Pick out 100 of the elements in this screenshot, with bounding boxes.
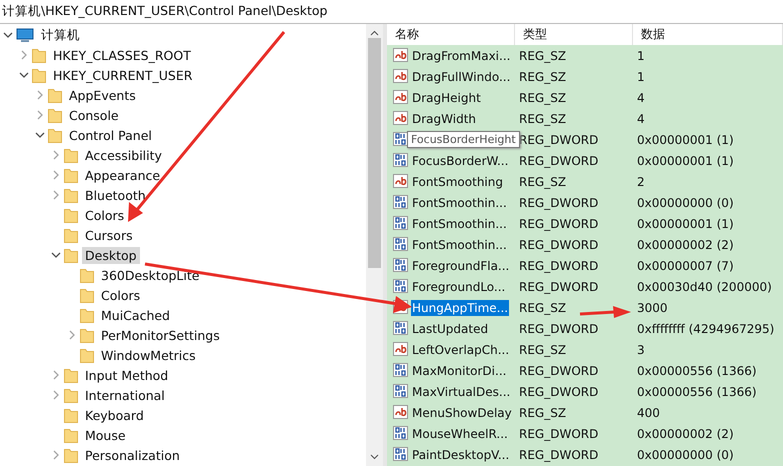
binary-value-icon <box>393 384 409 399</box>
computer-icon <box>16 28 34 42</box>
folder-icon <box>64 188 78 202</box>
tree-item[interactable]: Bluetooth <box>82 186 149 204</box>
folder-icon <box>32 48 46 62</box>
value-name[interactable]: FontSmoothin... <box>411 216 508 232</box>
tree-item[interactable]: Mouse <box>82 426 129 444</box>
folder-icon <box>80 328 94 342</box>
folder-icon <box>64 448 78 462</box>
binary-value-icon <box>393 195 409 210</box>
value-name[interactable]: ForegroundFla... <box>411 258 510 274</box>
value-type: REG_DWORD <box>519 154 598 168</box>
folder-icon <box>64 168 78 182</box>
tree-item[interactable]: Personalization <box>82 446 183 464</box>
value-data: 0x00000002 (2) <box>637 426 734 440</box>
tree-item[interactable]: International <box>82 386 168 404</box>
tree-item[interactable]: Keyboard <box>82 406 147 424</box>
value-data: 0x00000001 (1) <box>637 132 734 146</box>
binary-value-icon <box>393 363 409 378</box>
binary-value-icon <box>393 132 409 147</box>
binary-value-icon <box>393 153 409 168</box>
value-data: 1 <box>637 48 645 62</box>
value-data: 3000 <box>637 300 668 314</box>
folder-icon <box>64 228 78 242</box>
value-data: 0x00000556 (1366) <box>637 384 757 398</box>
value-name[interactable]: FontSmoothin... <box>411 236 508 252</box>
scroll-down-icon[interactable] <box>370 454 379 460</box>
value-type: REG_DWORD <box>519 280 598 294</box>
folder-icon <box>64 208 78 222</box>
value-type: REG_DWORD <box>519 448 598 462</box>
value-name[interactable]: DragFullWindo... <box>411 68 512 84</box>
value-name[interactable]: LeftOverlapCh... <box>411 342 510 358</box>
string-value-icon <box>393 174 409 189</box>
tree-item[interactable]: 计算机 <box>38 26 83 44</box>
binary-value-icon <box>393 279 409 294</box>
tree-item[interactable]: HKEY_CLASSES_ROOT <box>50 46 194 64</box>
value-name[interactable]: FocusBorderW... <box>411 152 510 168</box>
value-name[interactable]: MaxVirtualDes... <box>411 384 512 400</box>
value-name[interactable]: FontSmoothin... <box>411 194 508 210</box>
folder-icon <box>32 68 46 82</box>
column-header[interactable]: 数据 <box>633 24 783 45</box>
value-type: REG_DWORD <box>519 238 598 252</box>
string-value-icon <box>393 405 409 420</box>
tree-item[interactable]: Desktop <box>82 246 140 264</box>
value-data: 4 <box>637 90 645 104</box>
tree-item[interactable]: Control Panel <box>66 126 155 144</box>
tree-item[interactable]: WindowMetrics <box>98 346 199 364</box>
folder-icon <box>80 288 94 302</box>
tree-item[interactable]: AppEvents <box>66 86 139 104</box>
tree-item[interactable]: Colors <box>82 206 128 224</box>
value-name[interactable]: PaintDesktopV... <box>411 446 510 462</box>
value-name[interactable]: MaxMonitorDi... <box>411 362 508 378</box>
folder-icon <box>64 428 78 442</box>
column-header[interactable]: 类型 <box>515 24 633 45</box>
value-type: REG_DWORD <box>519 258 598 272</box>
value-data: 0x00000001 (1) <box>637 216 734 230</box>
tree-item[interactable]: Cursors <box>82 226 136 244</box>
value-name[interactable]: DragHeight <box>411 90 482 106</box>
value-name[interactable]: FontSmoothing <box>411 174 504 190</box>
folder-icon <box>64 148 78 162</box>
value-name[interactable]: ForegroundLo... <box>411 278 506 294</box>
value-data: 3 <box>637 342 645 356</box>
value-type: REG_SZ <box>519 70 566 84</box>
tree-item[interactable]: Colors <box>98 286 144 304</box>
value-type: REG_SZ <box>519 342 566 356</box>
value-type: REG_SZ <box>519 174 566 188</box>
value-name[interactable]: MouseWheelR... <box>411 426 509 442</box>
value-type: REG_DWORD <box>519 216 598 230</box>
folder-icon <box>64 408 78 422</box>
tree-item[interactable]: PerMonitorSettings <box>98 326 223 344</box>
tree-item[interactable]: MuiCached <box>98 306 173 324</box>
binary-value-icon <box>393 426 409 441</box>
value-name[interactable]: HungAppTime... <box>411 300 510 316</box>
folder-icon <box>48 88 62 102</box>
tree-item[interactable]: 360DesktopLite <box>98 266 202 284</box>
value-data: 0x00000556 (1366) <box>637 364 757 378</box>
binary-value-icon <box>393 447 409 462</box>
folder-icon <box>64 368 78 382</box>
scroll-thumb[interactable] <box>368 38 381 268</box>
value-name[interactable]: DragWidth <box>411 110 478 126</box>
value-data: 400 <box>637 406 660 420</box>
value-type: REG_DWORD <box>519 322 598 336</box>
value-name[interactable]: LastUpdated <box>411 320 490 336</box>
column-header[interactable]: 名称 <box>387 24 515 45</box>
binary-value-icon <box>393 216 409 231</box>
tree-item[interactable]: HKEY_CURRENT_USER <box>50 66 196 84</box>
binary-value-icon <box>393 321 409 336</box>
value-name[interactable]: DragFromMaxi... <box>411 48 512 64</box>
tree-item[interactable]: Appearance <box>82 166 164 184</box>
value-type: REG_DWORD <box>519 364 598 378</box>
string-value-icon <box>393 111 409 126</box>
tree-item[interactable]: Accessibility <box>82 146 165 164</box>
scroll-up-icon[interactable] <box>370 30 379 36</box>
tree-item[interactable]: Input Method <box>82 366 172 384</box>
value-type: REG_DWORD <box>519 196 598 210</box>
value-name[interactable]: MenuShowDelay <box>411 404 513 420</box>
scrollbar[interactable] <box>366 24 383 466</box>
tree-item[interactable]: Console <box>66 106 122 124</box>
value-type: REG_DWORD <box>519 384 598 398</box>
value-data: 0x00000001 (1) <box>637 154 734 168</box>
